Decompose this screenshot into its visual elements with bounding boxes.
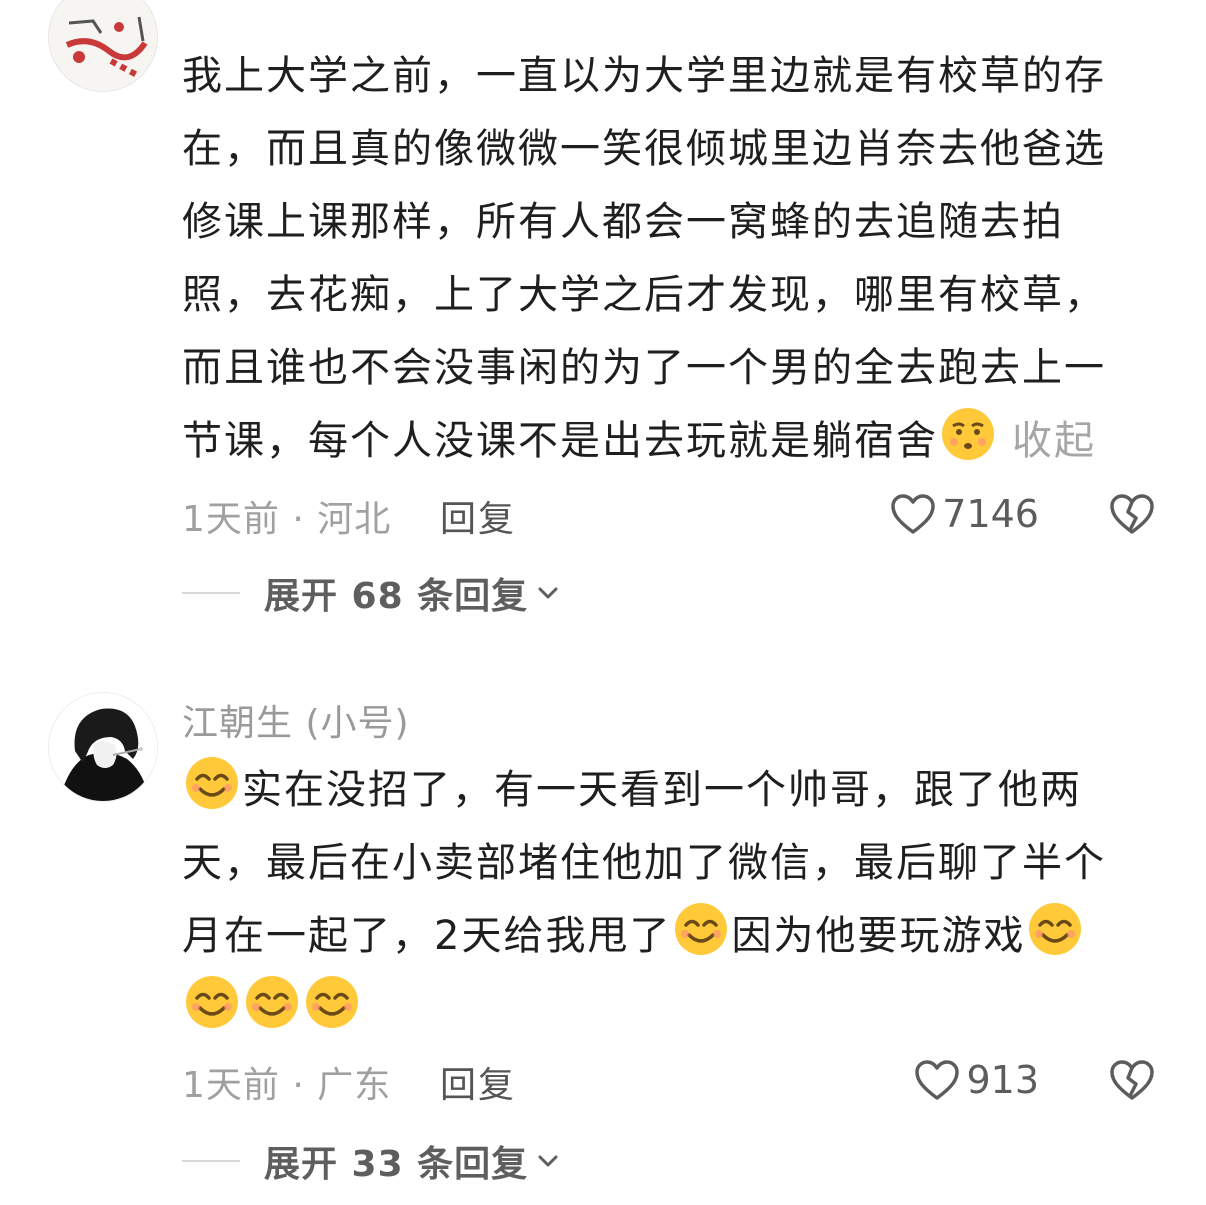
broken-heart-icon <box>1110 1060 1154 1100</box>
comment-line: 月在一起了，2天给我甩了 因为他要玩游戏 <box>182 900 1157 973</box>
comment-line: 而且谁也不会没事闲的为了一个男的全去跑去上一 <box>182 345 1106 391</box>
comment-line: 实在没招了，有一天看到一个帅哥，跟了他两 <box>182 754 1157 827</box>
avatar[interactable] <box>48 0 158 92</box>
heart-icon <box>915 1060 960 1100</box>
expand-replies-row: 展开 33 条回复 <box>182 1136 560 1186</box>
broken-heart-icon <box>1110 494 1154 534</box>
dislike-button[interactable] <box>1109 1056 1155 1104</box>
smile-emoji-icon <box>244 974 300 1030</box>
smirk-emoji-icon <box>940 406 996 462</box>
comment-line-text: 月在一起了，2天给我甩了 <box>182 913 672 959</box>
expand-replies-button[interactable]: 展开 33 条回复 <box>264 1135 560 1187</box>
comment-meta: 1天前 · 广东 回复 913 <box>182 1056 1157 1106</box>
smile-emoji-icon <box>184 755 240 811</box>
divider-line <box>182 592 240 594</box>
chevron-down-icon <box>538 587 558 599</box>
smile-emoji-icon <box>673 901 729 957</box>
reply-button[interactable]: 回复 <box>440 1056 516 1108</box>
comment-line: 我上大学之前，一直以为大学里边就是有校草的存 <box>182 53 1106 99</box>
comment-line: 天，最后在小卖部堵住他加了微信，最后聊了半个 <box>182 840 1106 886</box>
avatar[interactable] <box>48 692 158 802</box>
expand-replies-label: 展开 33 条回复 <box>264 1144 529 1185</box>
comment-meta: 1天前 · 河北 回复 7146 <box>182 490 1157 540</box>
avatar-image <box>49 693 157 801</box>
expand-replies-label: 展开 68 条回复 <box>264 576 529 617</box>
comment-line: 在，而且真的像微微一笑很倾城里边肖奈去他爸选 <box>182 126 1106 172</box>
smile-emoji-icon <box>304 974 360 1030</box>
expand-replies-row: 展开 68 条回复 <box>182 568 560 618</box>
divider-line <box>182 1160 240 1162</box>
comment-line: 修课上课那样，所有人都会一窝蜂的去追随去拍 <box>182 199 1064 245</box>
smile-emoji-icon <box>1027 901 1083 957</box>
comment-line-text: 实在没招了，有一天看到一个帅哥，跟了他两 <box>242 767 1082 813</box>
like-button[interactable]: 7146 <box>890 490 1039 538</box>
like-count: 7146 <box>942 492 1039 536</box>
heart-icon <box>891 494 936 534</box>
comment-line-text: 因为他要玩游戏 <box>731 913 1026 959</box>
avatar-image <box>49 0 157 91</box>
like-button[interactable]: 913 <box>914 1056 1039 1104</box>
like-count: 913 <box>966 1058 1039 1102</box>
comment-line: 节课，每个人没课不是出去玩就是躺宿舍 <box>182 418 938 464</box>
chevron-down-icon <box>538 1155 558 1167</box>
expand-replies-button[interactable]: 展开 68 条回复 <box>264 567 560 619</box>
reply-button[interactable]: 回复 <box>440 490 516 542</box>
dislike-button[interactable] <box>1109 490 1155 538</box>
collapse-button[interactable]: 收起 <box>1012 418 1096 464</box>
smile-emoji-icon <box>184 974 240 1030</box>
comment-line-last: 节课，每个人没课不是出去玩就是躺宿舍 收起 <box>182 405 1157 478</box>
timestamp-location: 1天前 · 河北 <box>182 499 392 540</box>
comment-line <box>182 973 1157 1046</box>
username[interactable]: 江朝生 (小号) <box>182 694 410 746</box>
comment-text: 我上大学之前，一直以为大学里边就是有校草的存 在，而且真的像微微一笑很倾城里边肖… <box>182 40 1157 478</box>
comment-line: 照，去花痴，上了大学之后才发现，哪里有校草， <box>182 272 1106 318</box>
timestamp-location: 1天前 · 广东 <box>182 1065 392 1106</box>
comment-text: 实在没招了，有一天看到一个帅哥，跟了他两 天，最后在小卖部堵住他加了微信，最后聊… <box>182 754 1157 1046</box>
